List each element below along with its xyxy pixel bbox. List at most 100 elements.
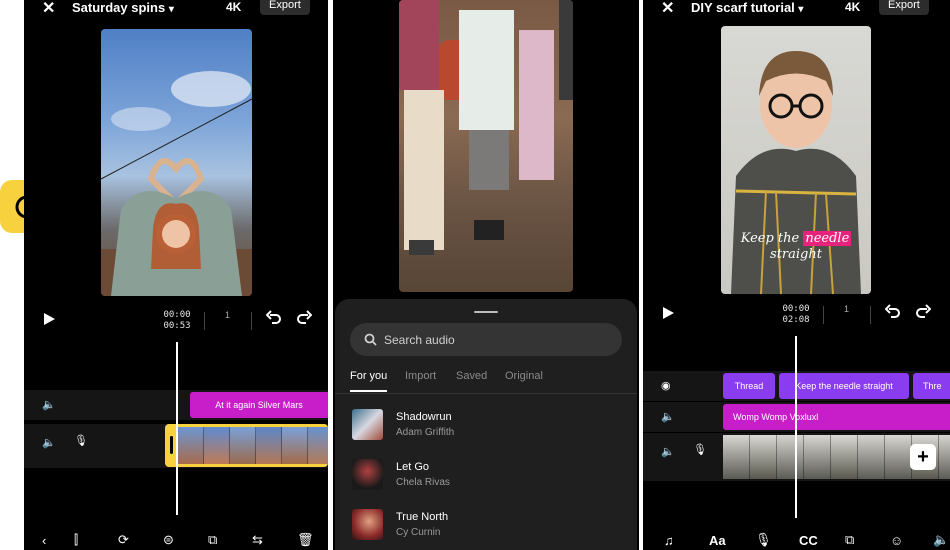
tab-import[interactable]: Import [405,370,436,382]
playhead[interactable] [176,342,178,515]
chevron-down-icon: ▾ [168,4,174,15]
tab-for-you[interactable]: For you [350,370,387,382]
song-artist: Adam Griffith [396,427,455,438]
time-total: 00:53 [163,321,191,331]
tab-saved[interactable]: Saved [456,370,487,382]
selected-video-clip[interactable] [165,424,328,467]
replace-icon[interactable]: ⇆ [252,532,263,548]
chevron-down-icon: ▾ [798,4,804,15]
volume-icon[interactable]: 🔈 [42,436,56,449]
volume-icon[interactable]: 🔈 [661,445,675,458]
delete-icon[interactable]: 🗑 [297,532,314,548]
divider [823,306,824,324]
album-art [352,509,383,540]
redo-button[interactable] [916,304,932,323]
volume-icon[interactable]: 🔈 [42,398,56,411]
music-icon[interactable]: ♫ [664,533,674,548]
trim-handle-left[interactable] [170,436,173,454]
time-current: 00:00 [782,304,810,314]
list-item[interactable]: Shadowrun Adam Griffith [352,409,632,445]
time-total: 02:08 [782,315,810,325]
voiceover-mic-icon[interactable]: 🎙 [74,434,88,447]
video-frame-image [399,0,573,255]
undo-button[interactable] [884,304,900,323]
export-button[interactable]: Export [260,0,310,15]
project-title-text: Saturday spins [72,0,166,15]
project-title[interactable]: Saturday spins ▾ [72,0,174,15]
close-icon[interactable]: ✕ [42,0,55,18]
play-icon [44,313,55,325]
audio-clip[interactable]: At it again Silver Mars [190,392,328,418]
video-preview[interactable]: Keep the needle straight [721,26,871,294]
audio-clip-label: Womp Womp Voxluxl [733,412,819,422]
text-clip-label: Keep the needle straight [795,381,893,391]
tab-divider [335,393,637,394]
overlay-icon[interactable]: ⧉ [845,532,854,548]
right-phone-screen: ✕ DIY scarf tutorial ▾ 4K Export Keep th… [643,0,950,550]
video-caption[interactable]: Keep the needle straight [721,231,871,263]
volume-icon[interactable]: 🔈 [661,410,675,423]
search-placeholder: Search audio [384,333,455,347]
undo-button[interactable] [265,310,281,329]
song-title: Let Go [396,461,430,473]
caption-text: Keep the [740,231,804,246]
song-title: Shadowrun [396,411,452,423]
divider [870,306,871,324]
caption-highlight: needle [803,231,852,246]
undo-icon [884,304,900,318]
volume-icon[interactable]: 🔈 [933,532,949,548]
time-readout: 00:00 00:53 [162,310,192,332]
frame-counter: 1 [225,310,231,320]
tab-active-indicator [350,390,387,392]
tab-original[interactable]: Original [505,370,543,382]
redo-icon [916,304,932,318]
audio-bottom-sheet: Search audio For you Import Saved Origin… [335,299,637,550]
add-clip-button[interactable]: + [910,444,936,470]
list-item[interactable]: True North Cy Curnin [352,509,632,545]
resolution-selector[interactable]: 4K [845,0,860,14]
resolution-selector[interactable]: 4K [226,0,241,14]
visibility-icon[interactable]: ◉ [661,379,671,392]
mic-icon[interactable]: 🎙 [755,532,772,548]
text-clip[interactable]: Thre [913,373,950,399]
clip-thumbnails [178,427,328,464]
song-artist: Cy Curnin [396,527,441,538]
play-button[interactable] [42,312,56,330]
playhead[interactable] [795,336,797,518]
redo-button[interactable] [297,310,313,329]
project-title[interactable]: DIY scarf tutorial ▾ [691,0,803,15]
divider [251,312,252,330]
text-clip[interactable]: Keep the needle straight [779,373,909,399]
video-preview[interactable] [399,0,573,292]
video-preview[interactable] [101,29,252,296]
search-icon [364,333,377,346]
close-icon[interactable]: ✕ [661,0,674,18]
list-item[interactable]: Let Go Chela Rivas [352,459,632,495]
duplicate-icon[interactable]: ⧉ [208,532,217,548]
redo-icon [297,310,313,324]
play-button[interactable] [661,306,675,324]
captions-icon[interactable]: CC [799,533,818,548]
sheet-drag-handle[interactable] [474,311,498,313]
sticker-icon[interactable]: ☺ [890,533,903,548]
voiceover-mic-icon[interactable]: 🎙 [693,443,707,456]
divider [204,312,205,330]
album-art [352,409,383,440]
text-icon[interactable]: Aa [709,533,726,548]
play-icon [663,307,674,319]
search-audio-input[interactable]: Search audio [350,323,622,356]
middle-phone-screen: Search audio For you Import Saved Origin… [333,0,639,550]
album-art [352,459,383,490]
speed-icon[interactable]: ⟳ [118,532,129,548]
time-current: 00:00 [163,310,191,320]
text-clip[interactable]: Thread [723,373,775,399]
adjust-icon[interactable]: ⊜ [163,532,174,548]
audio-clip[interactable]: Womp Womp Voxluxl [723,404,950,430]
export-button[interactable]: Export [879,0,929,15]
text-clip-label: Thread [734,381,764,391]
undo-icon [265,310,281,324]
back-icon[interactable]: ‹ [42,533,46,548]
frame-counter: 1 [844,304,850,314]
split-icon[interactable]: ⫿ [74,532,78,548]
song-title: True North [396,511,449,523]
